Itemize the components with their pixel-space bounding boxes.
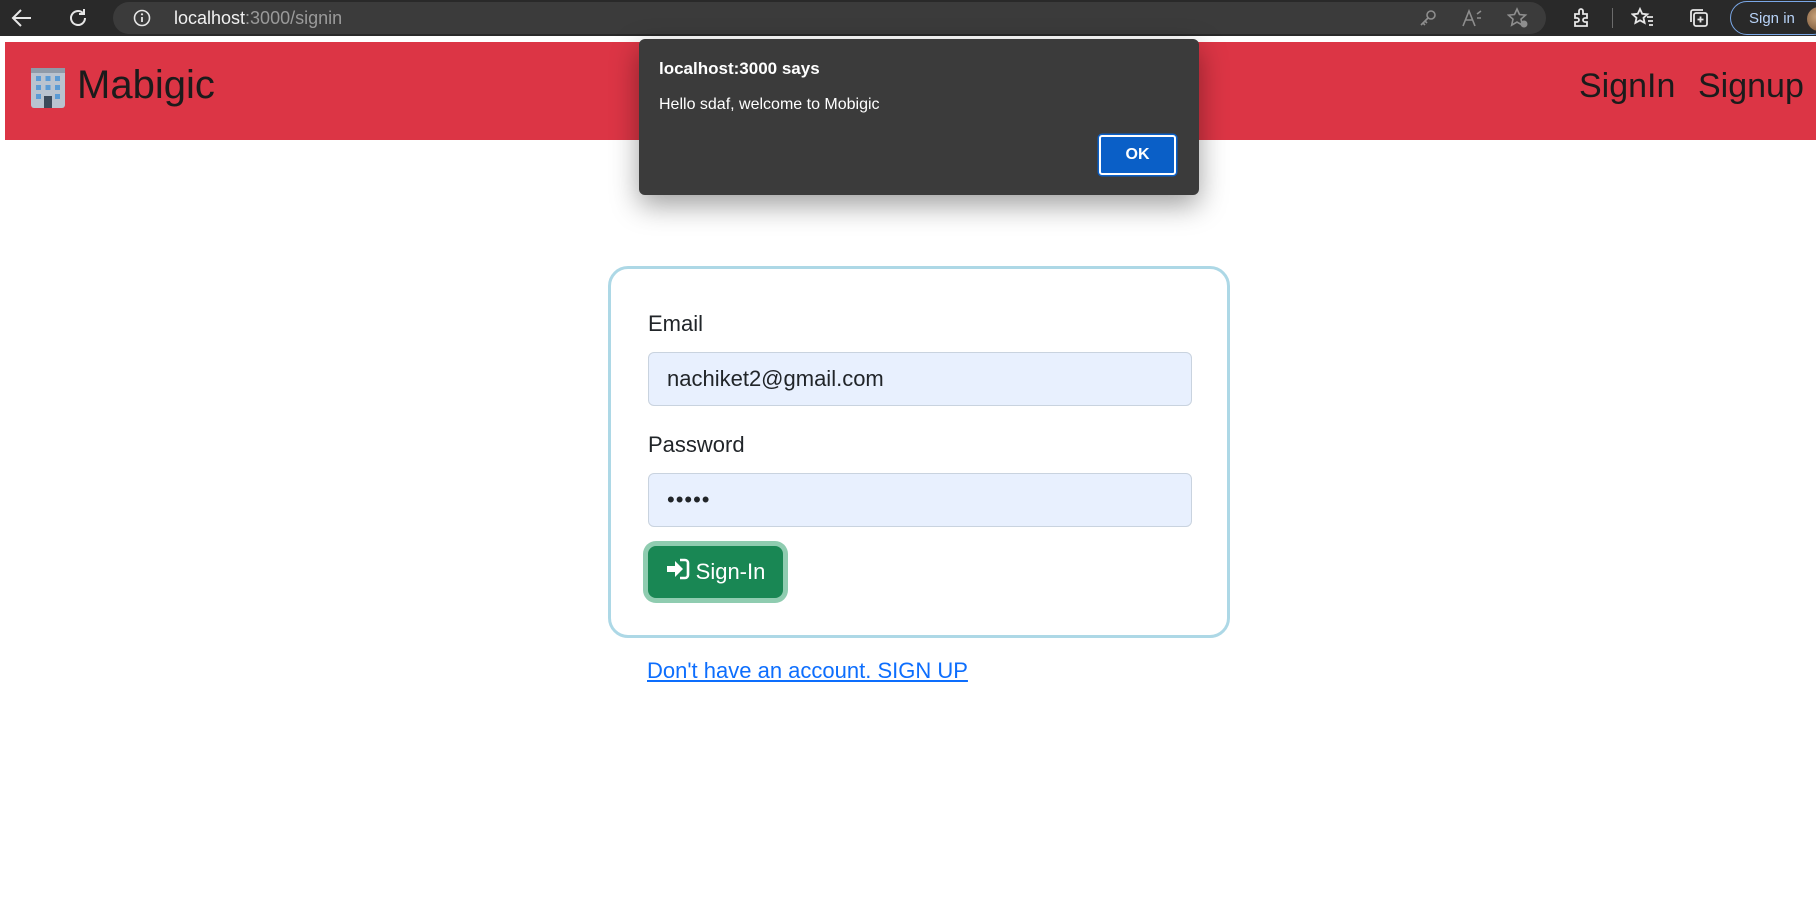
password-label: Password (648, 432, 745, 457)
extensions-icon[interactable] (1570, 6, 1594, 30)
office-building-icon (27, 66, 69, 110)
alert-dialog: localhost:3000 says Hello sdaf, welcome … (639, 39, 1199, 195)
signup-link[interactable]: Don't have an account. SIGN UP (647, 658, 968, 684)
browser-toolbar: localhost:3000/signin Sign in (0, 0, 1816, 36)
signin-button[interactable]: Sign-In (648, 546, 783, 598)
alert-title: localhost:3000 says (659, 59, 820, 78)
back-icon[interactable] (4, 4, 40, 32)
avatar (1807, 7, 1816, 31)
info-icon[interactable] (133, 9, 151, 27)
ok-button[interactable]: OK (1099, 135, 1176, 175)
profile-sign-in-button[interactable]: Sign in (1730, 1, 1816, 35)
url-path: :3000/signin (245, 8, 343, 28)
url-host: localhost (174, 8, 246, 28)
alert-message: Hello sdaf, welcome to Mobigic (659, 96, 880, 113)
read-aloud-icon[interactable] (1461, 7, 1483, 29)
signin-card: Email nachiket2@gmail.com Password •••••… (608, 266, 1230, 638)
nav-link-signin[interactable]: SignIn (1579, 66, 1675, 106)
toolbar-divider (1612, 8, 1613, 28)
key-icon[interactable] (1417, 7, 1439, 29)
email-field[interactable]: nachiket2@gmail.com (648, 352, 1192, 406)
nav-link-signup[interactable]: Signup (1698, 66, 1804, 106)
password-field[interactable]: ••••• (648, 473, 1192, 527)
sign-in-arrow-icon (666, 558, 690, 586)
address-bar[interactable]: localhost:3000/signin (113, 2, 1546, 34)
refresh-icon[interactable] (60, 4, 96, 32)
signin-button-label: Sign-In (695, 559, 766, 584)
url-text[interactable]: localhost:3000/signin (174, 9, 342, 27)
add-favorite-icon[interactable] (1507, 7, 1529, 29)
email-label: Email (648, 311, 704, 336)
profile-label: Sign in (1749, 10, 1795, 27)
favorites-icon[interactable] (1631, 6, 1655, 30)
collections-icon[interactable] (1687, 6, 1711, 30)
brand-name[interactable]: Mabigic (77, 62, 215, 108)
